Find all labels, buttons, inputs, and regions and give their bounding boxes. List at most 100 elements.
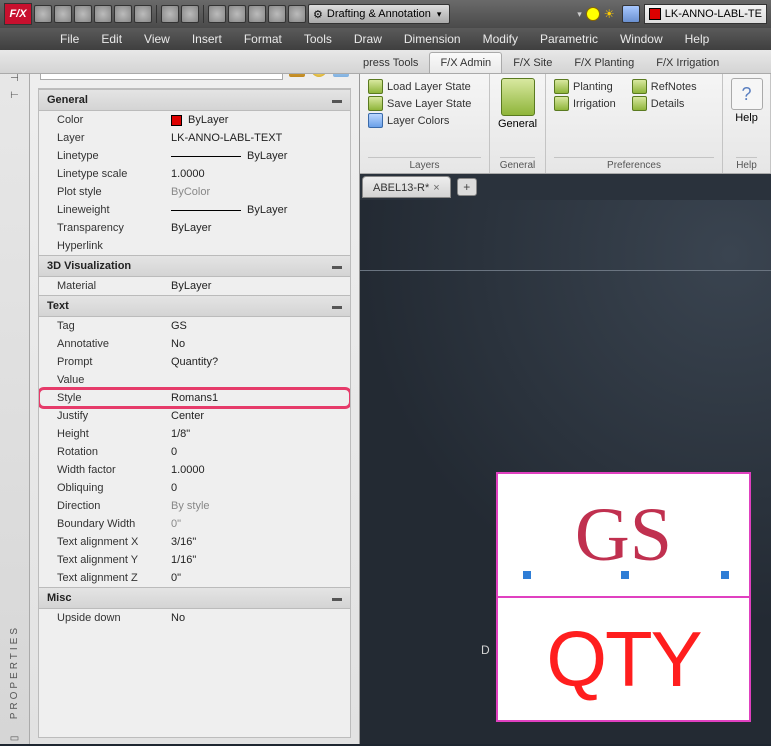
property-value[interactable]: 1.0000	[167, 165, 350, 183]
qat-icon[interactable]	[248, 5, 266, 23]
drawing-canvas[interactable]: GS QTY D	[360, 200, 771, 744]
menu-tools[interactable]: Tools	[294, 29, 342, 49]
menu-insert[interactable]: Insert	[182, 29, 232, 49]
property-row[interactable]: Boundary Width0"	[39, 515, 350, 533]
ribbon-tab-partial[interactable]: press Tools	[360, 52, 429, 73]
menu-draw[interactable]: Draw	[344, 29, 392, 49]
section-general[interactable]: General	[39, 89, 350, 111]
document-tab[interactable]: ABEL13-R* ×	[362, 176, 451, 198]
qat-icon[interactable]	[228, 5, 246, 23]
menu-view[interactable]: View	[134, 29, 180, 49]
property-value[interactable]: GS	[167, 317, 350, 335]
new-document-button[interactable]: +	[457, 178, 477, 196]
property-value[interactable]: By style	[167, 497, 350, 515]
close-icon[interactable]: ×	[433, 182, 439, 194]
help-button[interactable]: ?	[731, 78, 763, 110]
chevron-down-icon[interactable]: ▾	[577, 9, 582, 20]
menu-help[interactable]: Help	[675, 29, 720, 49]
property-row[interactable]: AnnotativeNo	[39, 335, 350, 353]
property-value[interactable]: No	[167, 335, 350, 353]
layer-dropdown[interactable]: LK-ANNO-LABL-TE	[644, 4, 767, 24]
menu-window[interactable]: Window	[610, 29, 673, 49]
property-value[interactable]: 1/16"	[167, 551, 350, 569]
properties-body[interactable]: General ColorByLayerLayerLK-ANNO-LABL-TE…	[38, 88, 351, 738]
property-row[interactable]: Obliquing0	[39, 479, 350, 497]
qat-icon[interactable]	[181, 5, 199, 23]
app-logo[interactable]: F/X	[4, 3, 32, 25]
property-value[interactable]: ByLayer	[167, 201, 350, 219]
property-row[interactable]: Text alignment X3/16"	[39, 533, 350, 551]
btn-load-layer-state[interactable]: Load Layer State	[368, 78, 481, 95]
qat-icon[interactable]	[74, 5, 92, 23]
property-row[interactable]: JustifyCenter	[39, 407, 350, 425]
property-value[interactable]	[167, 371, 350, 389]
ribbon-tab-fxsite[interactable]: F/X Site	[502, 52, 563, 73]
btn-layer-colors[interactable]: Layer Colors	[368, 112, 481, 129]
menu-modify[interactable]: Modify	[473, 29, 528, 49]
ribbon-tab-fxadmin[interactable]: F/X Admin	[429, 52, 502, 73]
ribbon-tab-fxplanting[interactable]: F/X Planting	[563, 52, 645, 73]
grip-handle[interactable]	[721, 571, 729, 579]
property-row[interactable]: Rotation0	[39, 443, 350, 461]
btn-save-layer-state[interactable]: Save Layer State	[368, 95, 481, 112]
property-row[interactable]: Upside downNo	[39, 609, 350, 627]
property-value[interactable]: LK-ANNO-LABL-TEXT	[167, 129, 350, 147]
pin-icon[interactable]: ⊣	[10, 73, 19, 84]
grip-handle[interactable]	[523, 571, 531, 579]
property-value[interactable]: ByLayer	[167, 111, 350, 129]
property-value[interactable]: 0	[167, 443, 350, 461]
property-row[interactable]: LinetypeByLayer	[39, 147, 350, 165]
qat-icon[interactable]	[268, 5, 286, 23]
options-icon[interactable]: ▭	[10, 733, 19, 744]
property-row[interactable]: Value	[39, 371, 350, 389]
sun-icon[interactable]: ☀	[604, 7, 618, 21]
lock-icon[interactable]	[622, 5, 640, 23]
property-row[interactable]: ColorByLayer	[39, 111, 350, 129]
qat-icon[interactable]	[54, 5, 72, 23]
property-value[interactable]: ByLayer	[167, 219, 350, 237]
workspace-switcher[interactable]: Drafting & Annotation	[308, 4, 450, 24]
property-row[interactable]: Text alignment Z0"	[39, 569, 350, 587]
menu-parametric[interactable]: Parametric	[530, 29, 608, 49]
property-row[interactable]: LayerLK-ANNO-LABL-TEXT	[39, 129, 350, 147]
property-value[interactable]: ByLayer	[167, 277, 350, 295]
property-row[interactable]: TransparencyByLayer	[39, 219, 350, 237]
btn-details[interactable]: Details	[632, 95, 697, 112]
property-value[interactable]: 0	[167, 479, 350, 497]
property-row[interactable]: Hyperlink	[39, 237, 350, 255]
property-row[interactable]: Linetype scale1.0000	[39, 165, 350, 183]
btn-planting[interactable]: Planting	[554, 78, 616, 95]
property-value[interactable]	[167, 237, 350, 255]
menu-file[interactable]: File	[50, 29, 89, 49]
property-value[interactable]: Center	[167, 407, 350, 425]
section-text[interactable]: Text	[39, 295, 350, 317]
ribbon-tab-fxirrigation[interactable]: F/X Irrigation	[645, 52, 730, 73]
property-value[interactable]: ByLayer	[167, 147, 350, 165]
drawing-object[interactable]: GS QTY D	[496, 472, 751, 722]
qat-icon[interactable]	[288, 5, 306, 23]
property-value[interactable]: 0"	[167, 569, 350, 587]
menu-dimension[interactable]: Dimension	[394, 29, 471, 49]
qat-icon[interactable]	[34, 5, 52, 23]
qat-icon[interactable]	[161, 5, 179, 23]
property-row[interactable]: Plot styleByColor	[39, 183, 350, 201]
qat-icon[interactable]	[114, 5, 132, 23]
menu-format[interactable]: Format	[234, 29, 292, 49]
btn-refnotes[interactable]: RefNotes	[632, 78, 697, 95]
property-value[interactable]: ByColor	[167, 183, 350, 201]
grip-handle[interactable]	[621, 571, 629, 579]
property-row[interactable]: MaterialByLayer	[39, 277, 350, 295]
property-value[interactable]: No	[167, 609, 350, 627]
property-value[interactable]: Quantity?	[167, 353, 350, 371]
btn-irrigation[interactable]: Irrigation	[554, 95, 616, 112]
property-row[interactable]: PromptQuantity?	[39, 353, 350, 371]
qat-icon[interactable]	[94, 5, 112, 23]
property-value[interactable]: 1/8"	[167, 425, 350, 443]
menu-edit[interactable]: Edit	[91, 29, 132, 49]
property-value[interactable]: 0"	[167, 515, 350, 533]
section-misc[interactable]: Misc	[39, 587, 350, 609]
property-row[interactable]: Height1/8"	[39, 425, 350, 443]
section-3dviz[interactable]: 3D Visualization	[39, 255, 350, 277]
qat-icon[interactable]	[134, 5, 152, 23]
property-row[interactable]: LineweightByLayer	[39, 201, 350, 219]
